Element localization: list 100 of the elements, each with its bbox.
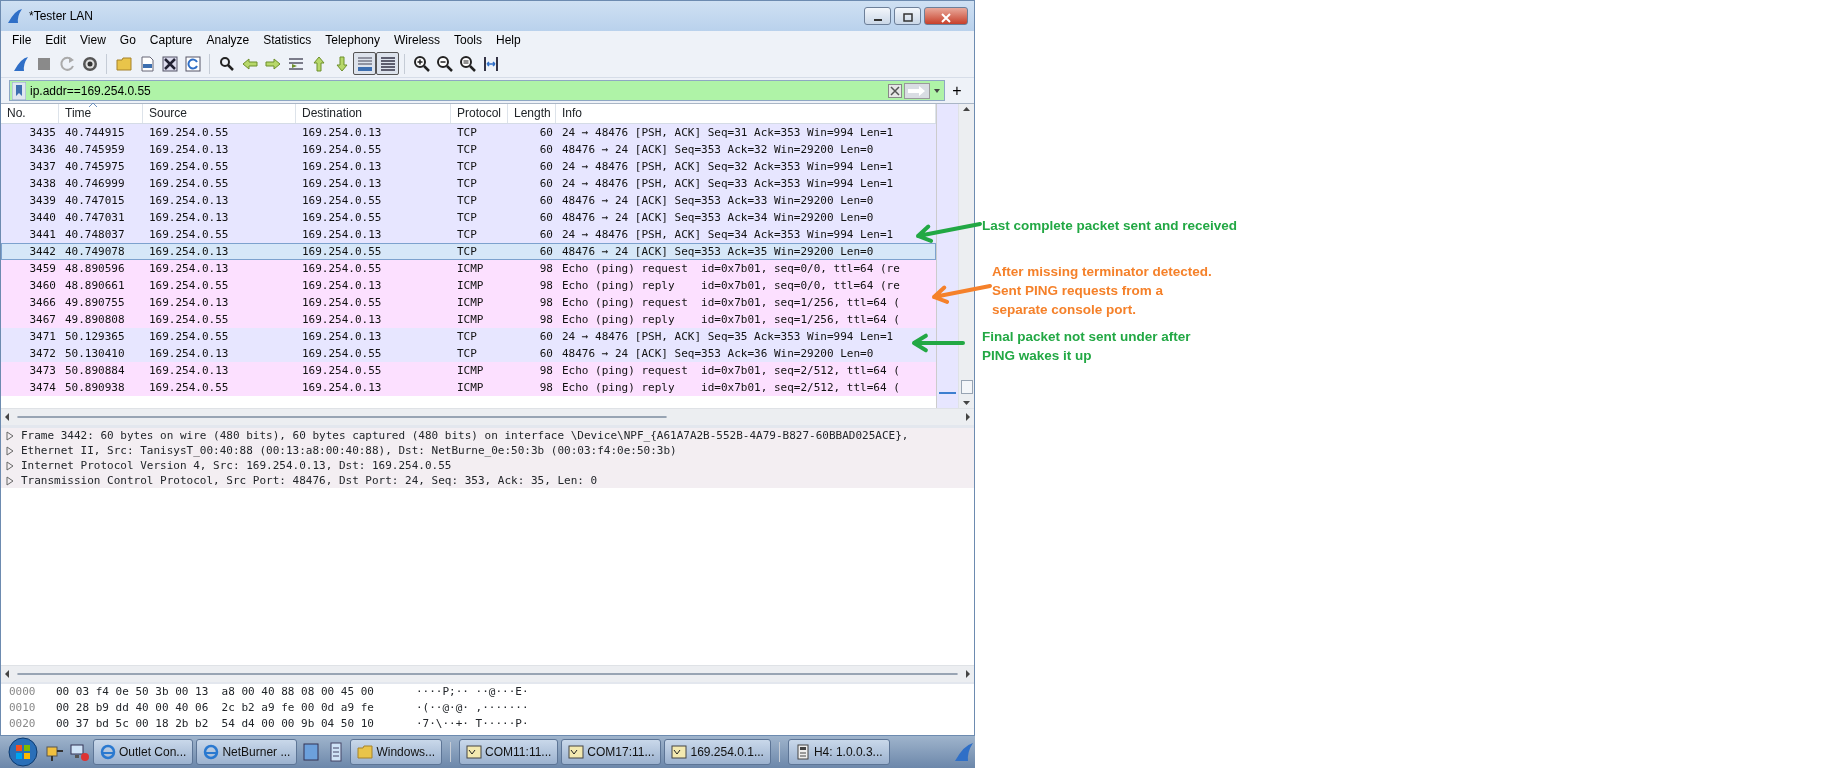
- lines-button[interactable]: [376, 52, 399, 75]
- window-title: *Tester LAN: [29, 8, 95, 25]
- table-cell-text: 169.254.0.13: [148, 346, 230, 362]
- taskbar-button[interactable]: COM17:11...: [561, 739, 662, 765]
- annotation-text: Final packet not sent under after PING wakes it up: [982, 328, 1191, 365]
- fin-icon: [11, 54, 30, 73]
- scroll-up-icon[interactable]: [962, 104, 971, 114]
- taskbar-button[interactable]: NetBurner ...: [196, 739, 298, 765]
- packet-row[interactable]: 3437 40.745975 169.254.0.55 169.254.0.13 TCP 60 24 → 48476 [PSH, ACK] Seq=32 Ack=353 Win=994 Len=1: [1, 158, 936, 175]
- column-header[interactable]: Length: [508, 104, 556, 123]
- menu-item[interactable]: Statistics: [256, 31, 319, 50]
- table-cell-text: 3460: [28, 278, 57, 294]
- vertical-scrollbar[interactable]: [958, 104, 974, 408]
- column-header[interactable]: Destination: [296, 104, 451, 123]
- scroll-down-icon[interactable]: [962, 398, 971, 408]
- packet-row[interactable]: 3442 40.749078 169.254.0.13 169.254.0.55 TCP 60 48476 → 24 [ACK] Seq=353 Ack=35 Win=29200 Len=0: [1, 243, 936, 260]
- clear-icon[interactable]: [888, 83, 902, 98]
- table-cell-text: 169.254.0.55: [148, 380, 230, 396]
- autoscroll-button[interactable]: [353, 52, 376, 75]
- packet-row[interactable]: 3472 50.130410 169.254.0.13 169.254.0.55 TCP 60 48476 → 24 [ACK] Seq=353 Ack=36 Win=29200 Len=0: [1, 345, 936, 362]
- hex-bytes: 00 03 f4 0e 50 3b 00 13 a8 00 40 88 08 00 45 00: [56, 684, 375, 700]
- scroll-thumb[interactable]: [17, 673, 958, 675]
- table-cell-text: 49.890808: [64, 312, 126, 328]
- table-cell-text: 98: [538, 363, 554, 379]
- table-cell-text: 24 → 48476 [PSH, ACK] Seq=35 Ack=353 Win=994 Len=1: [561, 329, 895, 345]
- table-cell-text: 48476 → 24 [ACK] Seq=353 Ack=35 Win=29200 Len=0: [561, 244, 875, 260]
- taskbar-button[interactable]: 169.254.0.1...: [664, 739, 771, 765]
- table-cell-text: 50.890884: [64, 363, 126, 379]
- maximize-button[interactable]: [894, 7, 921, 25]
- packet-row[interactable]: 3466 49.890755 169.254.0.13 169.254.0.55 ICMP 98 Echo (ping) request id=0x7b01, seq=1/256, ttl=64 (: [1, 294, 936, 311]
- resize-columns-icon: [481, 54, 500, 73]
- table-cell-text: 3437: [28, 159, 57, 175]
- menu-item[interactable]: Edit: [38, 31, 74, 50]
- table-cell-text: 169.254.0.55: [301, 261, 383, 277]
- packet-row[interactable]: 3436 40.745959 169.254.0.13 169.254.0.55 TCP 60 48476 → 24 [ACK] Seq=353 Ack=32 Win=29200 Len=0: [1, 141, 936, 158]
- table-cell-text: 50.890938: [64, 380, 126, 396]
- zoom-out-icon: [435, 54, 454, 73]
- table-cell-text: 60: [538, 210, 554, 226]
- menu-item[interactable]: Analyze: [199, 31, 257, 50]
- packet-row[interactable]: 3435 40.744915 169.254.0.55 169.254.0.13 TCP 60 24 → 48476 [PSH, ACK] Seq=31 Ack=353 Win=994 Len=1: [1, 124, 936, 141]
- table-cell-text: 169.254.0.55: [148, 159, 230, 175]
- column-header[interactable]: Source: [143, 104, 296, 123]
- table-cell-text: 98: [538, 295, 554, 311]
- globe-icon: [100, 744, 116, 760]
- menu-item[interactable]: Tools: [447, 31, 489, 50]
- computer-icon[interactable]: [68, 741, 90, 763]
- table-cell-text: 169.254.0.13: [301, 329, 383, 345]
- filter-field[interactable]: ip.addr==169.254.0.55: [9, 80, 945, 101]
- table-cell-text: ICMP: [456, 312, 485, 328]
- annotation-text: Last complete packet sent and received: [982, 217, 1238, 235]
- table-cell-text: 3438: [28, 176, 57, 192]
- filter-input[interactable]: ip.addr==169.254.0.55: [26, 81, 888, 100]
- menu-item[interactable]: Telephony: [318, 31, 387, 50]
- table-cell-text: 60: [538, 244, 554, 260]
- packet-row[interactable]: 3473 50.890884 169.254.0.13 169.254.0.55 ICMP 98 Echo (ping) request id=0x7b01, seq=2/512, ttl=64 (: [1, 362, 936, 379]
- folder-icon: [357, 744, 374, 760]
- packet-row[interactable]: 3467 49.890808 169.254.0.55 169.254.0.13 ICMP 98 Echo (ping) reply id=0x7b01, seq=1/256, ttl=64 (: [1, 311, 936, 328]
- scroll-thumb[interactable]: [17, 416, 667, 418]
- table-cell-text: 60: [538, 142, 554, 158]
- fin-icon: [7, 8, 23, 24]
- table-cell-text: TCP: [456, 142, 478, 158]
- add-filter-button[interactable]: +: [948, 81, 966, 100]
- menu-item[interactable]: Capture: [142, 31, 200, 50]
- taskbar-button[interactable]: Outlet Con...: [93, 739, 194, 765]
- packet-row[interactable]: 3471 50.129365 169.254.0.55 169.254.0.13 TCP 60 24 → 48476 [PSH, ACK] Seq=35 Ack=353 Win=994 Len=1: [1, 328, 936, 345]
- close-button[interactable]: [924, 7, 968, 25]
- table-cell-text: 169.254.0.55: [301, 193, 383, 209]
- byte-offset: 0000: [9, 684, 37, 700]
- table-cell-text: 3439: [28, 193, 57, 209]
- taskbar-button[interactable]: Windows...: [350, 739, 443, 765]
- scroll-thumb[interactable]: [960, 380, 973, 394]
- table-cell-text: TCP: [456, 125, 478, 141]
- menu-item[interactable]: Wireless: [387, 31, 447, 50]
- minimize-button[interactable]: [864, 7, 891, 25]
- packet-row[interactable]: 3439 40.747015 169.254.0.13 169.254.0.55 TCP 60 48476 → 24 [ACK] Seq=353 Ack=33 Win=29200 Len=0: [1, 192, 936, 209]
- table-cell-text: 40.744915: [64, 125, 126, 141]
- bookmark-icon[interactable]: [12, 81, 26, 100]
- packet-row[interactable]: 3459 48.890596 169.254.0.13 169.254.0.55 ICMP 98 Echo (ping) request id=0x7b01, seq=0/0, ttl=64 (re: [1, 260, 936, 277]
- horizontal-scrollbar[interactable]: [1, 665, 974, 682]
- table-cell-text: 48476 → 24 [ACK] Seq=353 Ack=32 Win=29200 Len=0: [561, 142, 875, 158]
- taskbar-button[interactable]: COM11:11...: [459, 739, 559, 765]
- table-cell-text: 169.254.0.13: [301, 125, 383, 141]
- packet-row[interactable]: 3440 40.747031 169.254.0.13 169.254.0.55 TCP 60 48476 → 24 [ACK] Seq=353 Ack=34 Win=29200 Len=0: [1, 209, 936, 226]
- menu-item[interactable]: View: [73, 31, 113, 50]
- packet-row[interactable]: 3460 48.890661 169.254.0.55 169.254.0.13 ICMP 98 Echo (ping) reply id=0x7b01, seq=0/0, ttl=64 (re: [1, 277, 936, 294]
- packet-row[interactable]: 3438 40.746999 169.254.0.55 169.254.0.13 TCP 60 24 → 48476 [PSH, ACK] Seq=33 Ack=353 Win=994 Len=1: [1, 175, 936, 192]
- table-cell-text: TCP: [456, 329, 478, 345]
- column-header[interactable]: No.: [1, 104, 59, 123]
- taskbar-button[interactable]: H4: 1.0.0.3...: [787, 739, 890, 765]
- column-header[interactable]: Time: [59, 104, 143, 123]
- packet-row[interactable]: 3441 40.748037 169.254.0.55 169.254.0.13 TCP 60 24 → 48476 [PSH, ACK] Seq=34 Ack=353 Win=994 Len=1: [1, 226, 936, 243]
- packet-row[interactable]: 3474 50.890938 169.254.0.55 169.254.0.13 ICMP 98 Echo (ping) reply id=0x7b01, seq=2/512, ttl=64 (: [1, 379, 936, 396]
- menu-item[interactable]: Go: [112, 31, 143, 50]
- column-header[interactable]: Protocol: [451, 104, 508, 123]
- menu-item[interactable]: Help: [489, 31, 528, 50]
- table-cell-text: 60: [538, 125, 554, 141]
- table-cell-text: 50.130410: [64, 346, 126, 362]
- start-orb-icon[interactable]: [6, 737, 40, 767]
- menu-item[interactable]: File: [5, 31, 39, 50]
- horizontal-scrollbar[interactable]: [1, 408, 974, 425]
